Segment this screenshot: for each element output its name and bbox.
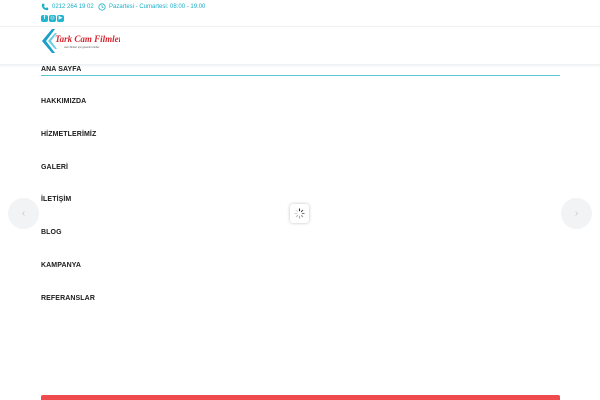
menu-item-iletisim[interactable]: İLETİŞİM bbox=[41, 196, 71, 203]
slider-prev-button[interactable]: ‹ bbox=[8, 198, 39, 229]
menu-item-kampanya[interactable]: KAMPANYA bbox=[41, 262, 81, 269]
social-links: f ◎ ▶ bbox=[41, 15, 64, 22]
chevron-left-icon: ‹ bbox=[21, 208, 26, 219]
instagram-icon[interactable]: ◎ bbox=[49, 15, 56, 22]
spinner-icon bbox=[294, 208, 305, 219]
header-shadow bbox=[0, 64, 600, 68]
loading-spinner bbox=[290, 204, 309, 223]
youtube-icon[interactable]: ▶ bbox=[57, 15, 64, 22]
menu-item-blog[interactable]: BLOG bbox=[41, 229, 62, 236]
facebook-icon[interactable]: f bbox=[41, 15, 48, 22]
phone-number[interactable]: 0212 264 19 02 bbox=[52, 4, 94, 10]
top-bar: 0212 264 19 02 Pazartesi - Cumartesi: 08… bbox=[0, 0, 600, 14]
menu-item-referanslar[interactable]: REFERANSLAR bbox=[41, 295, 95, 302]
clock-icon bbox=[98, 3, 106, 11]
chevron-right-icon: › bbox=[574, 208, 579, 219]
logo-wordmark: Tark Cam Filmleri bbox=[55, 34, 120, 44]
menu-item-ana-sayfa[interactable]: ANA SAYFA bbox=[41, 66, 81, 73]
menu-item-hakkimizda[interactable]: HAKKIMIZDA bbox=[41, 98, 86, 105]
opening-hours: Pazartesi - Cumartesi: 08:00 - 19:00 bbox=[98, 3, 205, 11]
menu-item-hizmetlerimiz[interactable]: HİZMETLERİMİZ bbox=[41, 131, 96, 138]
phone-contact[interactable]: 0212 264 19 02 bbox=[41, 3, 94, 11]
bottom-red-bar bbox=[41, 395, 560, 400]
logo-tagline: cam filmleri için güvenli ürünler bbox=[64, 45, 100, 49]
site-logo[interactable]: Tark Cam Filmleri cam filmleri için güve… bbox=[40, 27, 120, 55]
slider-next-button[interactable]: › bbox=[561, 198, 592, 229]
menu-item-galeri[interactable]: GALERİ bbox=[41, 164, 68, 171]
phone-icon bbox=[41, 3, 49, 11]
hours-text: Pazartesi - Cumartesi: 08:00 - 19:00 bbox=[109, 4, 206, 10]
active-menu-underline bbox=[41, 75, 560, 76]
